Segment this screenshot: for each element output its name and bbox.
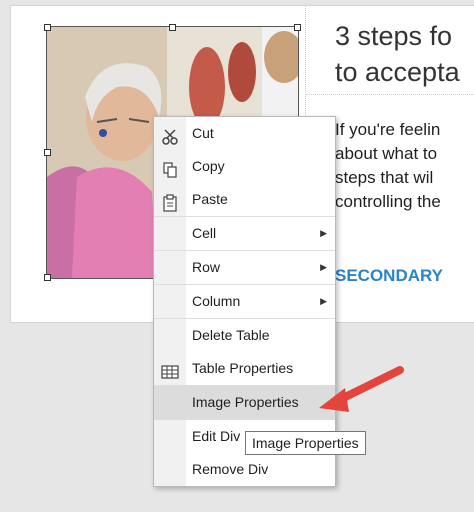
- menu-label: Column: [192, 293, 241, 309]
- menu-item-remove-div[interactable]: Remove Div: [154, 453, 335, 486]
- headline-line-1: 3 steps fo: [335, 21, 453, 51]
- body-line: steps that wil: [335, 168, 434, 187]
- menu-label: Copy: [192, 158, 225, 174]
- secondary-link[interactable]: SECONDARY: [335, 266, 474, 286]
- menu-item-copy[interactable]: Copy: [154, 150, 335, 183]
- resize-handle-top-right[interactable]: [294, 24, 301, 31]
- article-body: If you're feelin about what to steps tha…: [335, 118, 474, 214]
- menu-item-cut[interactable]: Cut: [154, 117, 335, 150]
- menu-label: Cut: [192, 125, 214, 141]
- submenu-arrow-icon: ▶: [320, 228, 327, 238]
- copy-icon: [161, 158, 179, 178]
- menu-item-row[interactable]: Row ▶: [154, 250, 335, 284]
- scissors-icon: [161, 125, 179, 145]
- menu-label: Edit Div: [192, 428, 241, 444]
- headline-line-2: to accepta: [335, 57, 460, 87]
- table-icon: [161, 360, 179, 379]
- resize-handle-bottom-left[interactable]: [44, 274, 51, 281]
- menu-label: Image Properties: [192, 394, 299, 410]
- menu-item-paste[interactable]: Paste: [154, 183, 335, 216]
- submenu-arrow-icon: ▶: [320, 296, 327, 306]
- menu-item-delete-table[interactable]: Delete Table: [154, 318, 335, 352]
- resize-handle-left[interactable]: [44, 149, 51, 156]
- body-line: controlling the: [335, 192, 441, 211]
- menu-label: Remove Div: [192, 461, 269, 477]
- body-line: If you're feelin: [335, 120, 441, 139]
- menu-item-image-properties[interactable]: Image Properties: [154, 385, 335, 419]
- menu-label: Delete Table: [192, 327, 270, 343]
- menu-item-cell[interactable]: Cell ▶: [154, 216, 335, 250]
- menu-label: Cell: [192, 225, 217, 241]
- menu-item-column[interactable]: Column ▶: [154, 284, 335, 318]
- submenu-arrow-icon: ▶: [320, 262, 327, 272]
- article-headline: 3 steps fo to accepta: [335, 18, 474, 90]
- menu-label: Row: [192, 259, 221, 275]
- menu-label: Table Properties: [192, 360, 294, 376]
- menu-item-table-properties[interactable]: Table Properties: [154, 352, 335, 385]
- resize-handle-top-left[interactable]: [44, 24, 51, 31]
- body-line: about what to: [335, 144, 438, 163]
- clipboard-icon: [161, 191, 179, 212]
- tooltip: Image Properties: [245, 431, 366, 455]
- menu-label: Paste: [192, 191, 228, 207]
- red-pointer-arrow-icon: [319, 366, 404, 412]
- headline-divider: [306, 94, 474, 95]
- resize-handle-top[interactable]: [169, 24, 176, 31]
